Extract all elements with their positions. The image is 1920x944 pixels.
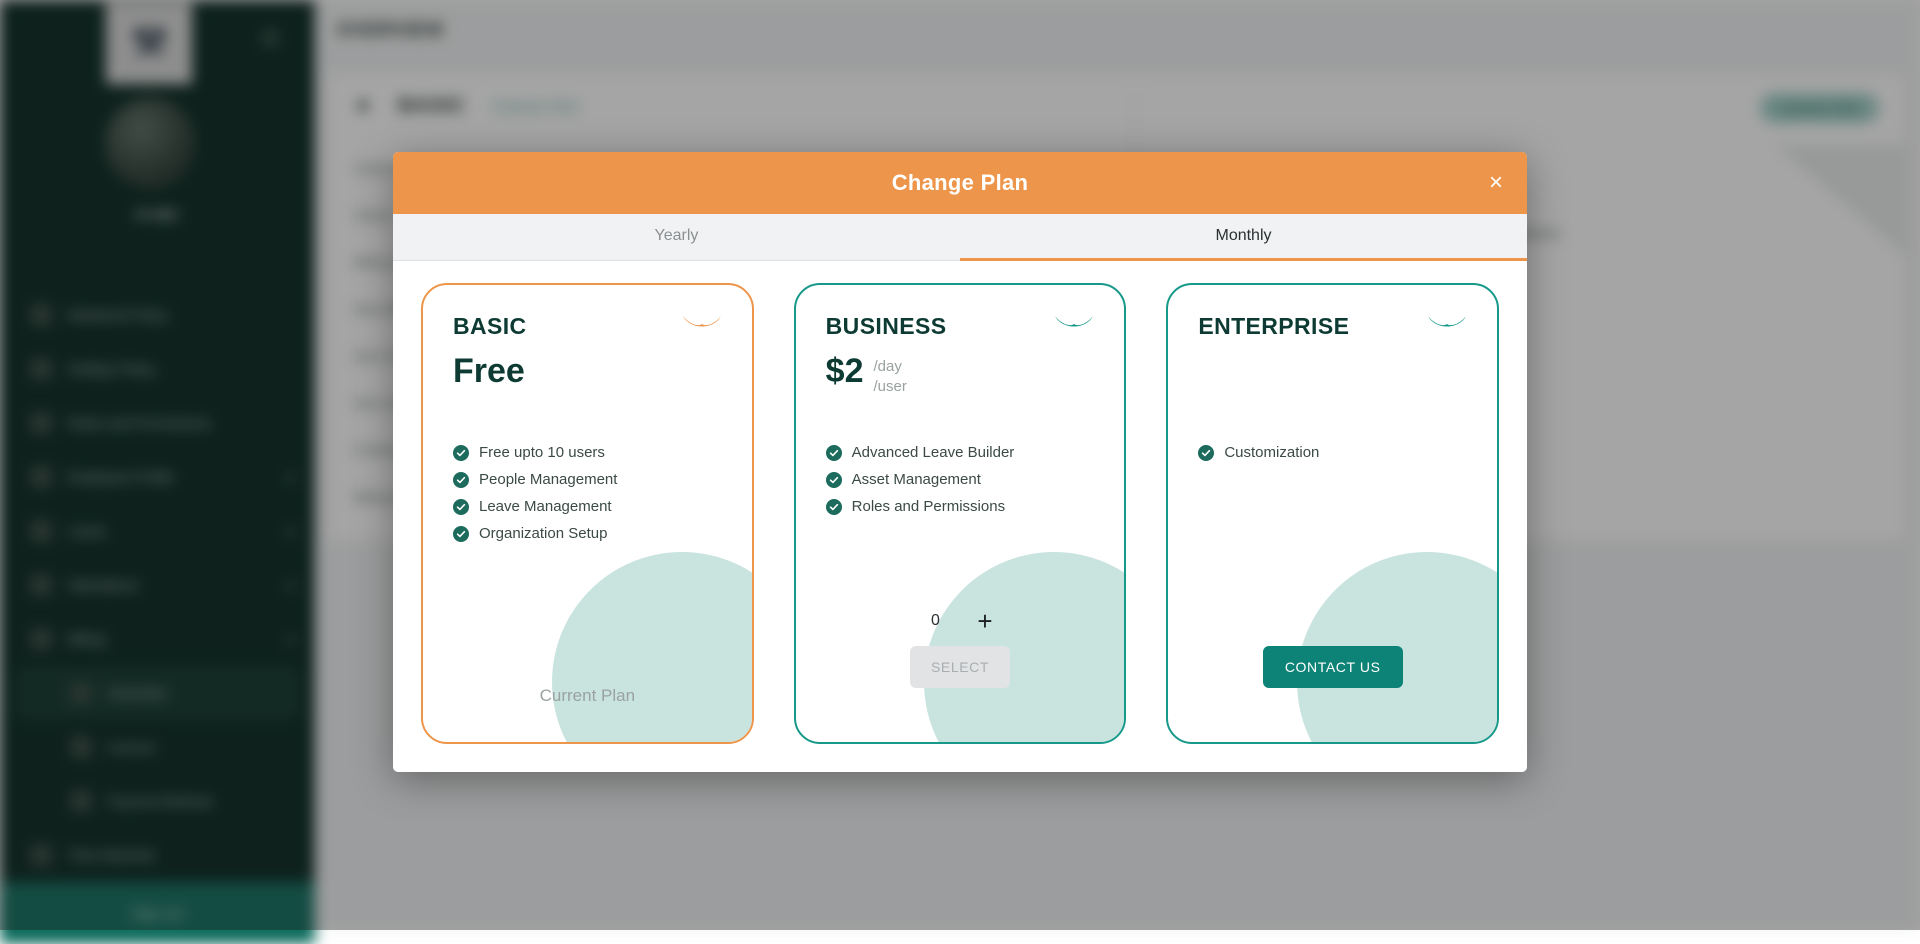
- plan-feature-item: Free upto 10 users: [453, 444, 722, 461]
- smile-curve-icon: [1054, 313, 1094, 340]
- plan-feature-item: Organization Setup: [453, 525, 722, 542]
- quantity-stepper: 0+: [826, 608, 1095, 634]
- plan-card-footer: CONTACT US: [1198, 646, 1467, 718]
- plan-feature-label: Customization: [1224, 444, 1319, 461]
- plan-feature-label: Free upto 10 users: [479, 444, 605, 461]
- check-circle-icon: [453, 499, 469, 515]
- check-circle-icon: [453, 526, 469, 542]
- plan-feature-item: Leave Management: [453, 498, 722, 515]
- quantity-value: 0: [927, 612, 943, 630]
- plan-feature-label: Asset Management: [852, 471, 981, 488]
- check-circle-icon: [453, 472, 469, 488]
- modal-header: Change Plan ×: [393, 152, 1527, 214]
- check-circle-icon: [1198, 445, 1214, 461]
- modal-title: Change Plan: [892, 170, 1029, 196]
- billing-period-tabs: YearlyMonthly: [393, 214, 1527, 261]
- plan-card-business[interactable]: BUSINESS $2/day/user Advanced Leave Builde…: [794, 283, 1127, 744]
- plan-name: BASIC: [453, 313, 527, 340]
- plan-feature-list: Free upto 10 users People Management Leave…: [453, 444, 722, 552]
- plan-price-unit-period: /day: [874, 357, 907, 377]
- footer-spacer: [826, 688, 1095, 718]
- plan-card-enterprise[interactable]: ENTERPRISE Customization CONTACT US: [1166, 283, 1499, 744]
- plan-card-basic[interactable]: BASIC Free Free upto 10 users People Manage…: [421, 283, 754, 744]
- plan-feature-item: Roles and Permissions: [826, 498, 1095, 515]
- plan-price: Free: [453, 354, 722, 406]
- plan-price: [1198, 354, 1467, 406]
- plan-price: $2/day/user: [826, 354, 1095, 406]
- plan-feature-label: People Management: [479, 471, 617, 488]
- increment-button[interactable]: +: [977, 608, 992, 634]
- check-circle-icon: [826, 472, 842, 488]
- check-circle-icon: [826, 499, 842, 515]
- plan-price-unit-seat: /user: [874, 377, 907, 397]
- change-plan-modal: Change Plan × YearlyMonthly BASIC Free Fre…: [393, 152, 1527, 772]
- tab-monthly[interactable]: Monthly: [960, 214, 1527, 261]
- plan-feature-label: Advanced Leave Builder: [852, 444, 1015, 461]
- plan-feature-item: Advanced Leave Builder: [826, 444, 1095, 461]
- plan-feature-item: People Management: [453, 471, 722, 488]
- plan-name: ENTERPRISE: [1198, 313, 1349, 340]
- smile-curve-icon: [1427, 313, 1467, 340]
- current-plan-label: Current Plan: [453, 686, 722, 718]
- plan-feature-list: Customization: [1198, 444, 1467, 471]
- plan-card-header: BASIC: [453, 313, 722, 340]
- plan-price-amount: $2: [826, 354, 864, 390]
- plan-card-list: BASIC Free Free upto 10 users People Manage…: [393, 261, 1527, 772]
- plan-price-amount: Free: [453, 354, 525, 390]
- plan-card-footer: Current Plan: [453, 686, 722, 718]
- close-icon[interactable]: ×: [1483, 170, 1509, 196]
- contact-us-button[interactable]: CONTACT US: [1263, 646, 1403, 688]
- plan-feature-item: Asset Management: [826, 471, 1095, 488]
- plan-feature-label: Organization Setup: [479, 525, 607, 542]
- tab-yearly[interactable]: Yearly: [393, 214, 960, 261]
- plan-card-header: BUSINESS: [826, 313, 1095, 340]
- check-circle-icon: [826, 445, 842, 461]
- footer-spacer: [1198, 688, 1467, 718]
- plan-feature-label: Roles and Permissions: [852, 498, 1005, 515]
- plan-feature-label: Leave Management: [479, 498, 612, 515]
- plan-feature-item: Customization: [1198, 444, 1467, 461]
- plan-card-header: ENTERPRISE: [1198, 313, 1467, 340]
- plan-name: BUSINESS: [826, 313, 947, 340]
- select-plan-button[interactable]: SELECT: [910, 646, 1010, 688]
- check-circle-icon: [453, 445, 469, 461]
- plan-feature-list: Advanced Leave Builder Asset Management Ro…: [826, 444, 1095, 525]
- plan-card-footer: 0+SELECT: [826, 608, 1095, 718]
- smile-curve-icon: [682, 313, 722, 340]
